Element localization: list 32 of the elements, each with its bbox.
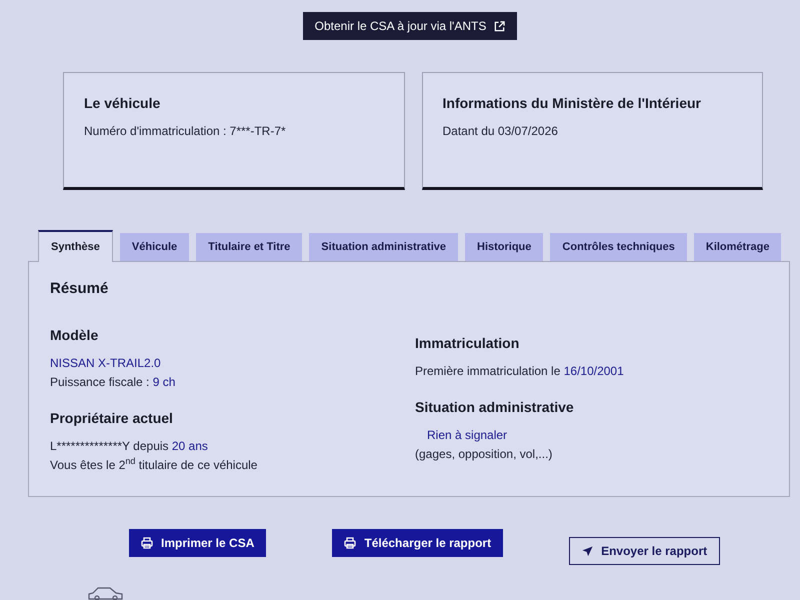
- send-arrow-icon: [582, 546, 594, 556]
- printer-icon: [344, 537, 356, 549]
- card-text: Numéro d'immatriculation : 7***-TR-7*: [84, 123, 286, 140]
- tab[interactable]: Historique: [465, 233, 544, 261]
- tab[interactable]: Kilométrage: [694, 233, 782, 261]
- summary-text: NISSAN X-TRAIL2.0: [50, 354, 161, 372]
- card-title: Informations du Ministère de l'Intérieur: [442, 94, 701, 113]
- tab[interactable]: Synthèse: [38, 230, 113, 262]
- section-heading: Immatriculation: [415, 334, 520, 352]
- summary-title: Résumé: [50, 279, 108, 299]
- summary-text: Vous êtes le 2$^{nd}$ titulaire de ce véhicule: [50, 456, 258, 474]
- summary-text: (gages, opposition, vol,...): [415, 446, 552, 462]
- section-heading: Propriétaire actuel: [50, 408, 173, 428]
- card-title: Le véhicule: [84, 94, 160, 113]
- summary-text: Puissance fiscale : 9 ch: [50, 374, 176, 390]
- car-icon: [88, 586, 124, 600]
- tab[interactable]: Contrôles techniques: [550, 233, 687, 261]
- ants-link-button[interactable]: Obtenir le CSA à jour via l'ANTS: [302, 12, 518, 40]
- summary-text: Première immatriculation le 16/10/2001: [415, 362, 624, 380]
- summary-text: L**************Y depuis 20 ans: [50, 438, 208, 454]
- external-link-icon: [494, 20, 506, 32]
- section-heading: Situation administrative: [415, 398, 574, 416]
- card-text: Datant du 03/07/2026: [442, 123, 558, 140]
- tab[interactable]: Véhicule: [120, 233, 190, 261]
- print-button[interactable]: Imprimer le CSA: [129, 529, 266, 557]
- tab[interactable]: Situation administrative: [309, 233, 458, 261]
- send-button[interactable]: Envoyer le rapport: [569, 537, 720, 565]
- print-button[interactable]: Télécharger le rapport: [332, 529, 504, 557]
- section-heading: Modèle: [50, 326, 98, 344]
- summary-text: Rien à signaler: [426, 426, 508, 444]
- printer-icon: [141, 537, 153, 549]
- tab[interactable]: Titulaire et Titre: [196, 233, 302, 261]
